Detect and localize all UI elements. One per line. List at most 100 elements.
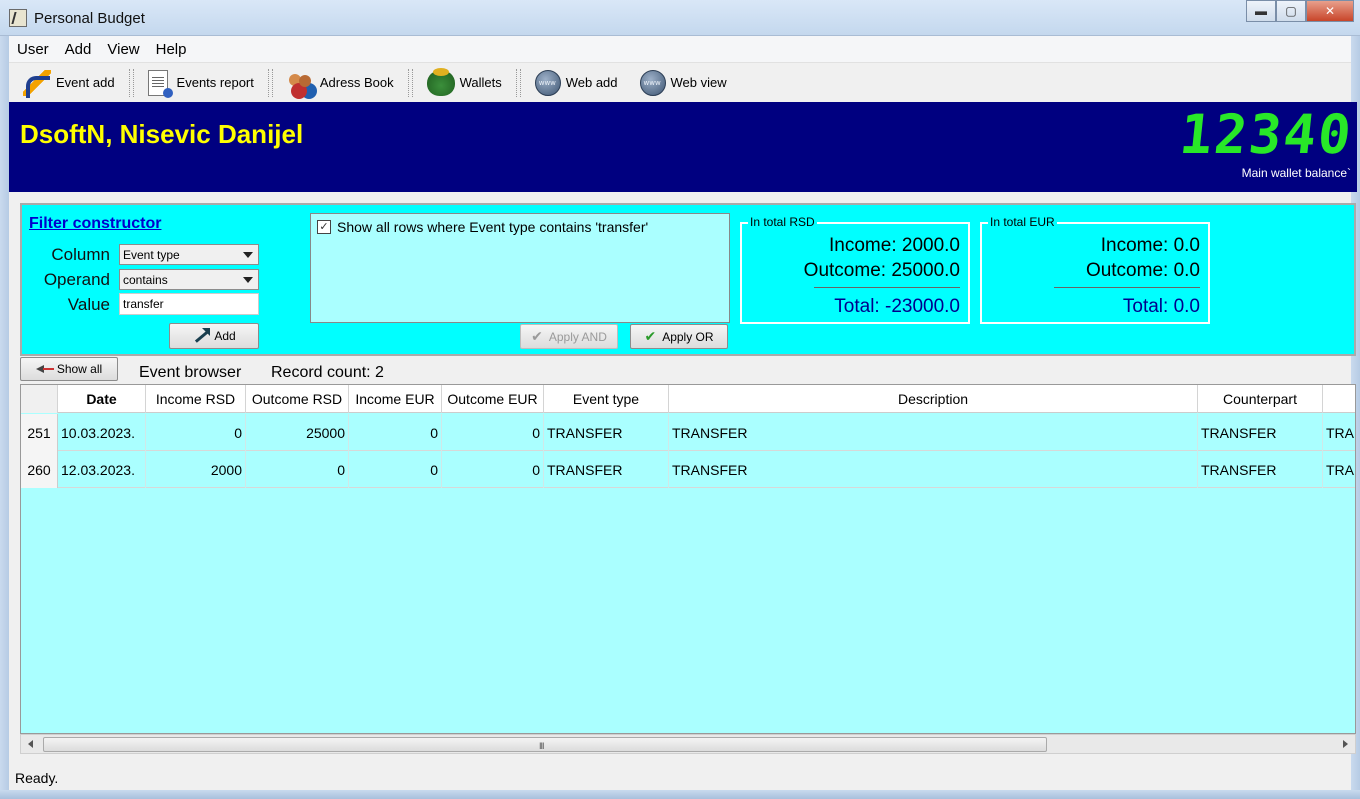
add-filter-button[interactable]: Add — [169, 323, 259, 349]
apply-or-button[interactable]: ✔ Apply OR — [630, 324, 728, 349]
column-header-date[interactable]: Date — [58, 385, 146, 413]
events-grid: Date Income RSD Outcome RSD Income EUR O… — [20, 384, 1356, 734]
cell-outcome-eur[interactable]: 0 — [442, 414, 544, 451]
cell-income-eur[interactable]: 0 — [349, 414, 442, 451]
apply-and-label: Apply AND — [548, 329, 607, 344]
cell-event-type[interactable]: TRANSFER — [544, 414, 669, 451]
row-id[interactable]: 260 — [21, 451, 58, 488]
wallets-label: Wallets — [459, 75, 502, 90]
menu-add[interactable]: Add — [65, 41, 92, 58]
column-select[interactable]: Event type — [119, 244, 259, 265]
arrow-up-right-icon — [192, 328, 211, 344]
totals-eur-group: In total EUR Income: 0.0 Outcome: 0.0 To… — [980, 215, 1210, 324]
column-label: Column — [51, 245, 110, 264]
totals-divider — [1054, 287, 1200, 288]
globe-icon — [639, 69, 666, 96]
title-bar[interactable]: Personal Budget ▬ ▢ ✕ — [0, 0, 1360, 36]
wallet-balance-display: 12340 — [1177, 103, 1357, 166]
cell-description[interactable]: TRANSFER — [669, 414, 1198, 451]
cell-income-rsd[interactable]: 2000 — [146, 451, 246, 488]
status-text: Ready. — [15, 770, 59, 786]
cell-outcome-rsd[interactable]: 0 — [246, 451, 349, 488]
address-book-icon — [287, 70, 315, 96]
show-all-label: Show all — [56, 362, 103, 376]
minimize-button[interactable]: ▬ — [1246, 0, 1276, 22]
menu-help[interactable]: Help — [156, 41, 187, 58]
condition-checkbox[interactable]: ✓ — [317, 220, 331, 234]
scrollbar-thumb[interactable]: III — [43, 737, 1047, 752]
events-report-button[interactable]: Events report — [147, 69, 254, 98]
event-add-button[interactable]: Event add — [23, 69, 115, 98]
cell-extra[interactable]: TRANSFER — [1323, 414, 1355, 451]
cell-outcome-rsd[interactable]: 25000 — [246, 414, 349, 451]
apply-and-button[interactable]: ✔ Apply AND — [520, 324, 618, 349]
menu-bar: User Add View Help — [9, 36, 1351, 62]
column-header-counterpart[interactable]: Counterpart — [1198, 385, 1323, 413]
column-header-extra[interactable] — [1323, 385, 1355, 413]
user-name: DsoftN, Nisevic Danijel — [20, 119, 304, 149]
operand-select[interactable]: contains — [119, 269, 259, 290]
filter-constructor-title[interactable]: Filter constructor — [29, 215, 161, 233]
address-book-button[interactable]: Adress Book — [287, 70, 394, 96]
events-report-label: Events report — [176, 75, 254, 90]
event-add-label: Event add — [56, 75, 115, 90]
totals-eur-legend: In total EUR — [988, 215, 1057, 229]
eur-total: Total: 0.0 — [1122, 296, 1200, 317]
totals-rsd-legend: In total RSD — [748, 215, 817, 229]
window-bottom-border — [0, 790, 1360, 799]
cell-extra[interactable]: TRANSFER — [1323, 451, 1355, 488]
column-header-outcome-eur[interactable]: Outcome EUR — [442, 385, 544, 413]
web-view-label: Web view — [670, 75, 727, 90]
window-title: Personal Budget — [34, 10, 145, 27]
rsd-income: Income: 2000.0 — [829, 235, 960, 256]
cell-income-rsd[interactable]: 0 — [146, 414, 246, 451]
column-header-event-type[interactable]: Event type — [544, 385, 669, 413]
cell-event-type[interactable]: TRANSFER — [544, 451, 669, 488]
menu-view[interactable]: View — [107, 41, 139, 58]
table-row[interactable]: 251 10.03.2023. 0 25000 0 0 TRANSFER TRA… — [21, 414, 1355, 451]
scroll-right-arrow-icon[interactable] — [1343, 740, 1348, 748]
toolbar-separator — [267, 68, 273, 97]
add-filter-label: Add — [214, 329, 236, 343]
close-button[interactable]: ✕ — [1306, 0, 1354, 22]
wallets-button[interactable]: Wallets — [426, 67, 502, 96]
report-icon — [147, 69, 173, 98]
record-count: Record count: 2 — [271, 364, 384, 381]
web-add-button[interactable]: Web add — [534, 69, 618, 96]
cell-description[interactable]: TRANSFER — [669, 451, 1198, 488]
web-add-label: Web add — [565, 75, 618, 90]
apply-or-label: Apply OR — [662, 329, 714, 344]
row-id[interactable]: 251 — [21, 414, 58, 451]
cell-date[interactable]: 12.03.2023. — [58, 451, 146, 488]
column-header-income-rsd[interactable]: Income RSD — [146, 385, 246, 413]
cell-counterpart[interactable]: TRANSFER — [1198, 451, 1323, 488]
toolbar-separator — [128, 68, 134, 97]
table-row[interactable]: 260 12.03.2023. 2000 0 0 0 TRANSFER TRAN… — [21, 451, 1355, 488]
value-input[interactable]: transfer — [119, 293, 259, 315]
column-header-outcome-rsd[interactable]: Outcome RSD — [246, 385, 349, 413]
checkmark-icon: ✔ — [531, 328, 543, 344]
cell-income-eur[interactable]: 0 — [349, 451, 442, 488]
chevron-down-icon — [243, 252, 253, 258]
cell-counterpart[interactable]: TRANSFER — [1198, 414, 1323, 451]
operand-select-value: contains — [123, 273, 168, 287]
eur-outcome: Outcome: 0.0 — [1085, 260, 1200, 281]
web-view-button[interactable]: Web view — [639, 69, 727, 96]
menu-user[interactable]: User — [17, 41, 49, 58]
operand-label: Operand — [43, 270, 110, 289]
column-header-income-eur[interactable]: Income EUR — [349, 385, 442, 413]
toolbar-separator — [515, 68, 521, 97]
totals-divider — [814, 287, 960, 288]
window-left-border — [0, 36, 9, 790]
chevron-down-icon — [243, 277, 253, 283]
toolbar: Event add Events report Adress Book Wall… — [9, 62, 1351, 102]
show-all-button[interactable]: Show all — [20, 357, 118, 381]
cell-outcome-eur[interactable]: 0 — [442, 451, 544, 488]
eur-income: Income: 0.0 — [1100, 235, 1200, 256]
address-book-label: Adress Book — [319, 75, 394, 90]
horizontal-scrollbar[interactable]: III — [20, 734, 1356, 754]
maximize-button[interactable]: ▢ — [1276, 0, 1306, 22]
scroll-left-arrow-icon[interactable] — [28, 740, 33, 748]
cell-date[interactable]: 10.03.2023. — [58, 414, 146, 451]
column-header-description[interactable]: Description — [669, 385, 1198, 413]
